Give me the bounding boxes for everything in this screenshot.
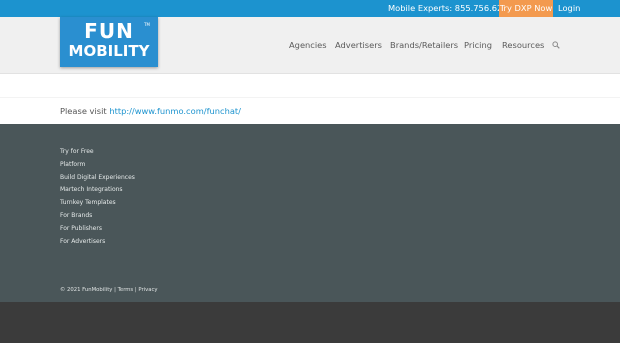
bottom-bar — [0, 302, 620, 343]
footer-link-for-advertisers[interactable]: For Advertisers — [60, 238, 105, 245]
nav-agencies[interactable]: Agencies — [289, 39, 327, 51]
nav-advertisers[interactable]: Advertisers — [335, 39, 382, 51]
search-icon[interactable] — [552, 41, 560, 49]
privacy-link[interactable]: Privacy — [138, 287, 157, 293]
site-header: FUN TM MOBILITY Agencies Advertisers Bra… — [0, 17, 620, 74]
separator: | — [134, 287, 137, 293]
phone-contact[interactable]: Mobile Experts: 855.756.6245 — [388, 0, 513, 17]
notice-message: Please visit http://www.funmo.com/funcha… — [60, 106, 241, 116]
footer-link-for-brands[interactable]: For Brands — [60, 212, 92, 219]
nav-resources[interactable]: Resources — [502, 39, 544, 51]
separator: | — [114, 287, 116, 293]
top-bar: Mobile Experts: 855.756.6245 Try DXP Now… — [0, 0, 620, 17]
footer-link-build-digital-experiences[interactable]: Build Digital Experiences — [60, 174, 135, 181]
nav-brands-retailers[interactable]: Brands/Retailers — [390, 39, 458, 51]
footer-link-try-for-free[interactable]: Try for Free — [60, 148, 94, 155]
logo-trademark: TM — [144, 22, 150, 27]
footer-link-martech-integrations[interactable]: Martech Integrations — [60, 186, 123, 193]
try-dxp-button[interactable]: Try DXP Now — [499, 0, 553, 17]
notice-prefix: Please visit — [60, 106, 107, 116]
funchat-link[interactable]: http://www.funmo.com/funchat/ — [109, 106, 241, 116]
terms-link[interactable]: Terms — [118, 287, 134, 293]
footer-link-platform[interactable]: Platform — [60, 161, 85, 168]
copyright-text: © 2021 FunMobility — [60, 287, 113, 293]
funmobility-logo[interactable]: FUN TM MOBILITY — [60, 17, 158, 67]
footer-link-turnkey-templates[interactable]: Turnkey Templates — [60, 199, 116, 206]
login-link[interactable]: Login — [558, 0, 580, 17]
nav-pricing[interactable]: Pricing — [464, 39, 492, 51]
notice-section: Please visit http://www.funmo.com/funcha… — [0, 74, 620, 125]
logo-line-mobility: MOBILITY — [68, 42, 150, 60]
copyright-line: © 2021 FunMobility | Terms | Privacy — [60, 287, 158, 293]
site-footer: Try for Free Platform Build Digital Expe… — [0, 124, 620, 302]
footer-link-for-publishers[interactable]: For Publishers — [60, 225, 102, 232]
